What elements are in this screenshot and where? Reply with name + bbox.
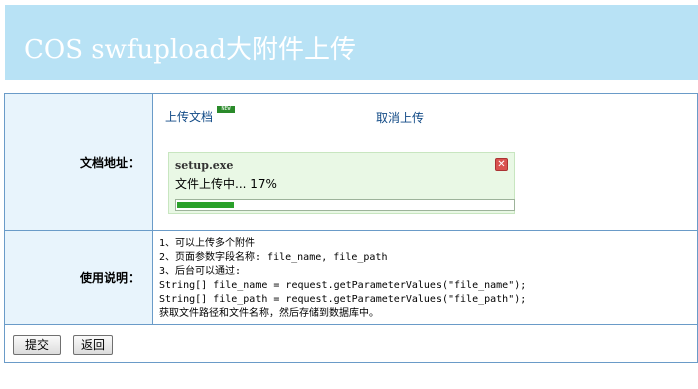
upload-progress-item: setup.exe ✕ 文件上传中... 17% bbox=[168, 152, 515, 214]
instructions-row-value: 1、可以上传多个附件 2、页面参数字段名称: file_name, file_pa… bbox=[154, 231, 697, 324]
instructions-row-label: 使用说明： bbox=[5, 231, 153, 324]
progress-bar bbox=[175, 199, 515, 211]
submit-button[interactable]: 提交 bbox=[13, 335, 61, 355]
close-icon[interactable]: ✕ bbox=[495, 158, 508, 171]
page-header: COS swfupload大附件上传 bbox=[5, 5, 698, 80]
file-row-label: 文档地址： bbox=[5, 94, 153, 230]
back-button[interactable]: 返回 bbox=[73, 335, 113, 355]
instruction-line: String[] file_name = request.getParamete… bbox=[159, 280, 527, 291]
file-row-value: 上传文档 NEW 取消上传 setup.exe ✕ 文件上传中... 17% bbox=[154, 94, 697, 230]
instruction-line: 获取文件路径和文件名称，然后存储到数据库中。 bbox=[159, 308, 379, 319]
upload-file-name: setup.exe bbox=[175, 159, 234, 172]
instructions-text: 1、可以上传多个附件 2、页面参数字段名称: file_name, file_pa… bbox=[159, 237, 526, 321]
cancel-upload-link[interactable]: 取消上传 bbox=[376, 109, 424, 126]
instruction-line: String[] file_path = request.getParamete… bbox=[159, 294, 527, 305]
instructions-row: 使用说明： 1、可以上传多个附件 2、页面参数字段名称: file_name, f… bbox=[5, 231, 697, 325]
file-row: 文档地址： 上传文档 NEW 取消上传 setup.exe ✕ 文件上传中...… bbox=[5, 94, 697, 231]
buttons-row: 提交 返回 bbox=[5, 325, 697, 362]
instruction-line: 2、页面参数字段名称: file_name, file_path bbox=[159, 252, 388, 263]
page-title: COS swfupload大附件上传 bbox=[24, 35, 357, 65]
new-badge: NEW bbox=[217, 106, 235, 113]
progress-bar-fill bbox=[177, 202, 234, 208]
instruction-line: 3、后台可以通过: bbox=[159, 266, 242, 277]
upload-status-text: 文件上传中... 17% bbox=[175, 177, 277, 191]
upload-document-link[interactable]: 上传文档 bbox=[165, 108, 213, 125]
upload-form: 文档地址： 上传文档 NEW 取消上传 setup.exe ✕ 文件上传中...… bbox=[4, 93, 698, 363]
instruction-line: 1、可以上传多个附件 bbox=[159, 238, 256, 249]
